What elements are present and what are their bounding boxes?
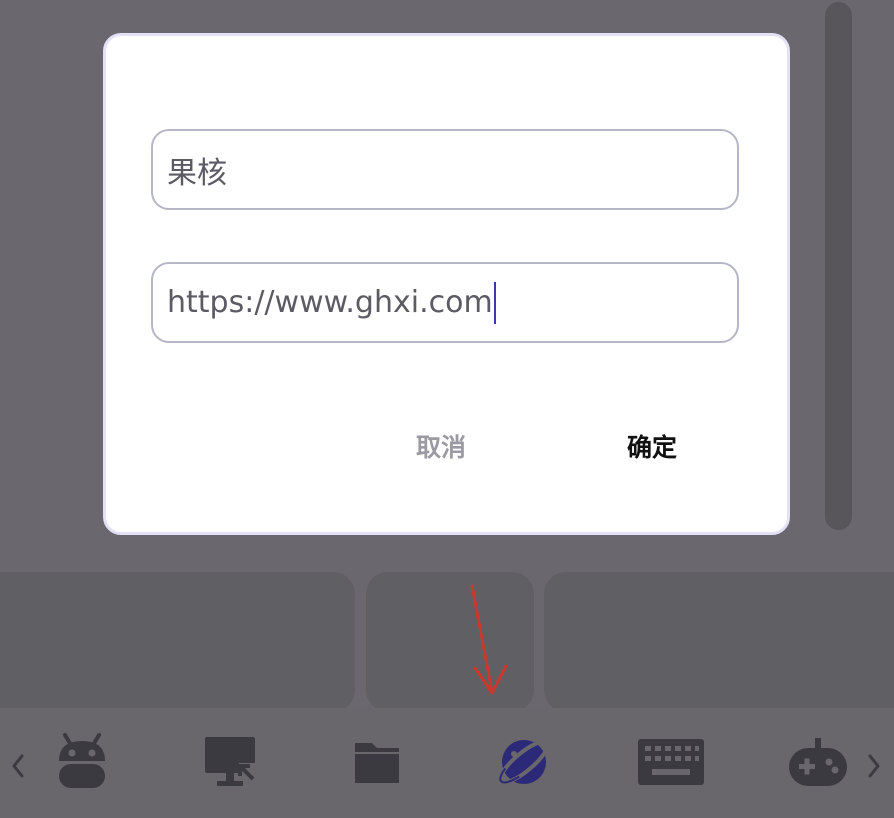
card-right: [544, 572, 894, 712]
card-left: [0, 572, 355, 712]
tool-remote-desktop[interactable]: [190, 722, 270, 802]
gamepad-icon: [789, 738, 847, 786]
prev-arrow-button[interactable]: [6, 746, 30, 786]
tool-android[interactable]: [42, 722, 122, 802]
chevron-right-icon: [868, 754, 880, 778]
url-input-value: https://www.ghxi.com: [167, 285, 493, 320]
tool-folder[interactable]: [337, 722, 417, 802]
tool-browser[interactable]: [484, 722, 564, 802]
bottom-toolbar: [0, 708, 894, 818]
remote-desktop-icon: [205, 737, 259, 786]
chevron-left-icon: [12, 754, 24, 778]
annotation-arrow-icon: [470, 584, 508, 695]
tool-gamepad[interactable]: [778, 722, 858, 802]
url-input[interactable]: https://www.ghxi.com: [151, 262, 739, 343]
scrollbar[interactable]: [825, 2, 852, 530]
folder-icon: [355, 743, 399, 783]
cancel-button[interactable]: 取消: [391, 424, 491, 468]
confirm-button[interactable]: 确定: [602, 424, 702, 468]
keyboard-icon: [638, 739, 704, 785]
text-caret: [493, 281, 496, 324]
name-input-value: 果核: [167, 155, 227, 191]
android-icon: [59, 733, 105, 788]
name-input[interactable]: 果核: [151, 129, 739, 210]
planet-browser-icon: [498, 739, 550, 785]
next-arrow-button[interactable]: [862, 746, 886, 786]
bookmark-dialog: 果核 https://www.ghxi.com 取消 确定: [103, 33, 790, 535]
tool-keyboard[interactable]: [631, 722, 711, 802]
